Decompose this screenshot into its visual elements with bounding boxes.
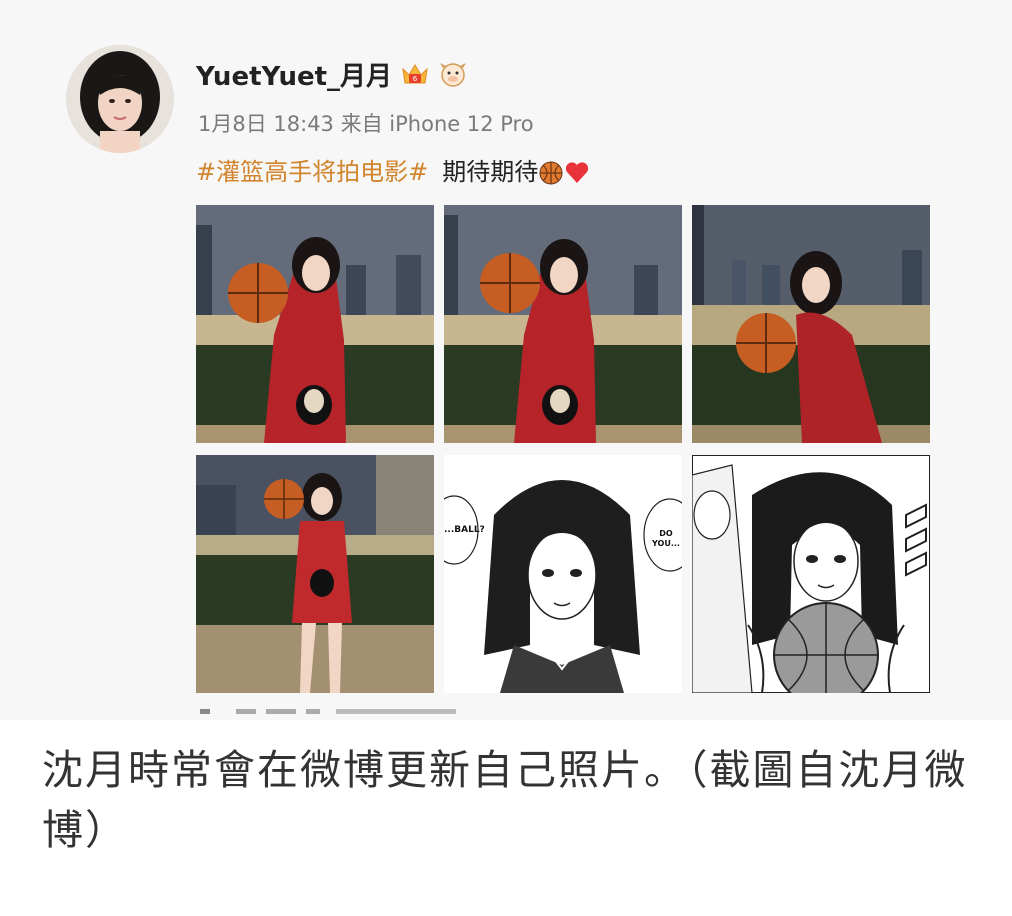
speech-bubble-left: ...BALL? (444, 525, 485, 535)
svg-text:6: 6 (413, 75, 418, 83)
post-source-prefix: 来自 (340, 112, 383, 136)
username[interactable]: YuetYuet_月月 (196, 56, 392, 93)
speech-bubble-right: DO YOU... (652, 529, 680, 548)
cow-face-icon (438, 59, 468, 89)
cropped-row (196, 700, 496, 714)
grid-image-photo-2[interactable] (444, 205, 682, 443)
image-grid: ...BALL? DO YOU... (196, 205, 930, 693)
basketball-icon (538, 160, 564, 186)
post-body-text: 期待期待 (442, 158, 539, 186)
grid-image-photo-1[interactable] (196, 205, 434, 443)
hashtag-link[interactable]: #灌篮高手将拍电影# (196, 152, 428, 187)
grid-image-photo-4[interactable] (196, 455, 434, 693)
article-caption: 沈月時常會在微博更新自己照片。（截圖自沈月微博） (42, 746, 968, 854)
grid-image-photo-3[interactable] (692, 205, 930, 443)
post-text: #灌篮高手将拍电影# 期待期待 (196, 152, 590, 187)
post-meta: 1月8日 18:43 来自 iPhone 12 Pro (198, 108, 534, 138)
post-timestamp: 1月8日 18:43 (198, 112, 334, 136)
vip-crown-icon: 6 (400, 59, 430, 89)
heart-icon (564, 160, 590, 186)
grid-image-manga-2[interactable] (692, 455, 930, 693)
weibo-post-screenshot: YuetYuet_月月 6 1月8日 18:43 来自 iPhone 12 Pr… (0, 0, 1012, 720)
avatar[interactable] (66, 45, 174, 153)
username-row: YuetYuet_月月 6 (196, 56, 468, 92)
grid-image-manga-1[interactable]: ...BALL? DO YOU... (444, 455, 682, 693)
post-source-device[interactable]: iPhone 12 Pro (389, 112, 533, 136)
